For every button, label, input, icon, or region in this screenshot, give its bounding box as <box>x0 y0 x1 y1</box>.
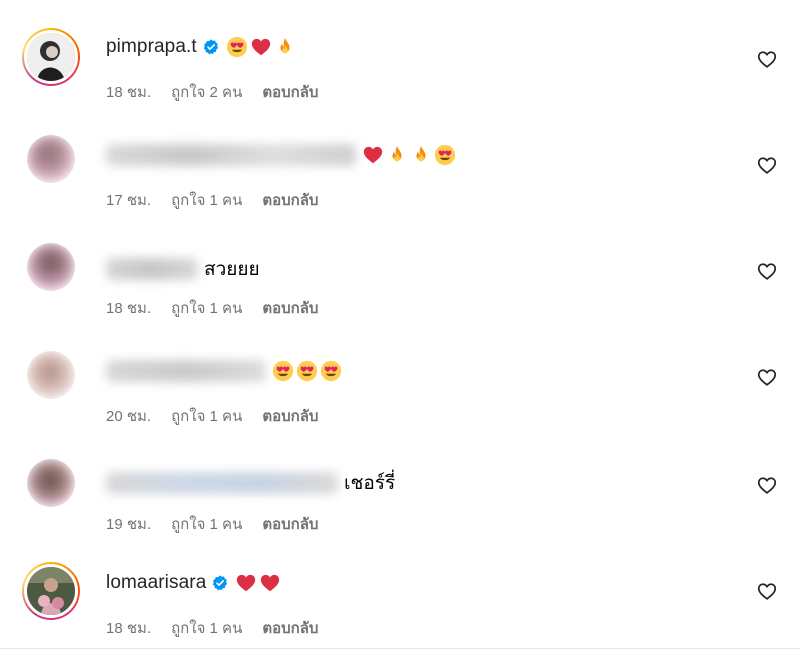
blurred-username[interactable] <box>106 360 266 382</box>
fire-emoji <box>386 144 408 166</box>
like-heart-icon[interactable] <box>756 260 778 282</box>
comment-meta: 19 ชม. ถูกใจ 1 คน ตอบกลับ <box>106 512 318 536</box>
comment-header <box>106 360 342 382</box>
comment-item: 20 ชม. ถูกใจ 1 คน ตอบกลับ <box>0 324 800 432</box>
comment-likes[interactable]: ถูกใจ 1 คน <box>171 188 242 212</box>
reply-button[interactable]: ตอบกลับ <box>262 188 318 212</box>
comment-header: pimprapa.t <box>106 36 296 58</box>
comment-time[interactable]: 17 ชม. <box>106 188 151 212</box>
comment-item: pimprapa.t 18 ชม. ถูกใจ 2 คน ตอบกลับ <box>0 0 800 108</box>
heart-eyes-emoji <box>296 360 318 382</box>
comments-list: pimprapa.t 18 ชม. ถูกใจ 2 คน ตอบกลับ 17 … <box>0 0 800 655</box>
red-heart-emoji <box>259 572 281 594</box>
avatar[interactable] <box>22 238 80 296</box>
comment-item: lomaarisara 18 ชม. ถูกใจ 1 คน ตอบกลับ <box>0 540 800 648</box>
comment-text: สวยยย <box>204 259 260 280</box>
username[interactable]: lomaarisara <box>106 572 206 594</box>
reply-button[interactable]: ตอบกลับ <box>262 404 318 428</box>
like-heart-icon[interactable] <box>756 154 778 176</box>
comment-time[interactable]: 20 ชม. <box>106 404 151 428</box>
emoji-reactions <box>362 144 456 166</box>
bottom-divider <box>0 648 800 655</box>
comment-likes[interactable]: ถูกใจ 1 คน <box>171 512 242 536</box>
verified-badge-icon <box>202 38 220 56</box>
heart-eyes-emoji <box>226 36 248 58</box>
emoji-reactions <box>226 36 296 58</box>
username[interactable]: pimprapa.t <box>106 36 197 58</box>
like-heart-icon[interactable] <box>756 580 778 602</box>
emoji-reactions <box>235 572 281 594</box>
comment-meta: 17 ชม. ถูกใจ 1 คน ตอบกลับ <box>106 188 318 212</box>
avatar[interactable] <box>22 130 80 188</box>
comment-time[interactable]: 18 ชม. <box>106 616 151 640</box>
comment-likes[interactable]: ถูกใจ 2 คน <box>171 80 242 104</box>
comment-item: 17 ชม. ถูกใจ 1 คน ตอบกลับ <box>0 108 800 216</box>
comment-meta: 20 ชม. ถูกใจ 1 คน ตอบกลับ <box>106 404 318 428</box>
comment-time[interactable]: 18 ชม. <box>106 80 151 104</box>
heart-eyes-emoji <box>434 144 456 166</box>
reply-button[interactable]: ตอบกลับ <box>262 616 318 640</box>
comment-header: lomaarisara <box>106 572 281 594</box>
comment-header <box>106 144 456 166</box>
blurred-username[interactable] <box>106 258 198 280</box>
comment-likes[interactable]: ถูกใจ 1 คน <box>171 404 242 428</box>
fire-emoji <box>410 144 432 166</box>
like-heart-icon[interactable] <box>756 366 778 388</box>
comment-time[interactable]: 19 ชม. <box>106 512 151 536</box>
blurred-username[interactable] <box>106 472 338 494</box>
heart-eyes-emoji <box>272 360 294 382</box>
emoji-reactions <box>272 360 342 382</box>
blurred-username[interactable] <box>106 144 356 166</box>
comment-header: สวยยย <box>106 254 260 284</box>
reply-button[interactable]: ตอบกลับ <box>262 512 318 536</box>
red-heart-emoji <box>362 144 384 166</box>
comment-likes[interactable]: ถูกใจ 1 คน <box>171 296 242 320</box>
like-heart-icon[interactable] <box>756 474 778 496</box>
reply-button[interactable]: ตอบกลับ <box>262 296 318 320</box>
comment-text: เชอร์รี่ <box>344 473 396 494</box>
avatar[interactable] <box>22 346 80 404</box>
avatar[interactable] <box>22 28 80 86</box>
comment-time[interactable]: 18 ชม. <box>106 296 151 320</box>
comment-meta: 18 ชม. ถูกใจ 1 คน ตอบกลับ <box>106 616 318 640</box>
avatar[interactable] <box>22 454 80 512</box>
fire-emoji <box>274 36 296 58</box>
comment-item: เชอร์รี่ 19 ชม. ถูกใจ 1 คน ตอบกลับ <box>0 432 800 540</box>
red-heart-emoji <box>250 36 272 58</box>
heart-eyes-emoji <box>320 360 342 382</box>
comment-item: สวยยย 18 ชม. ถูกใจ 1 คน ตอบกลับ <box>0 216 800 324</box>
verified-badge-icon <box>211 574 229 592</box>
comment-meta: 18 ชม. ถูกใจ 1 คน ตอบกลับ <box>106 296 318 320</box>
comment-likes[interactable]: ถูกใจ 1 คน <box>171 616 242 640</box>
like-heart-icon[interactable] <box>756 48 778 70</box>
comment-meta: 18 ชม. ถูกใจ 2 คน ตอบกลับ <box>106 80 318 104</box>
reply-button[interactable]: ตอบกลับ <box>262 80 318 104</box>
avatar[interactable] <box>22 562 80 620</box>
red-heart-emoji <box>235 572 257 594</box>
comment-header: เชอร์รี่ <box>106 468 395 498</box>
